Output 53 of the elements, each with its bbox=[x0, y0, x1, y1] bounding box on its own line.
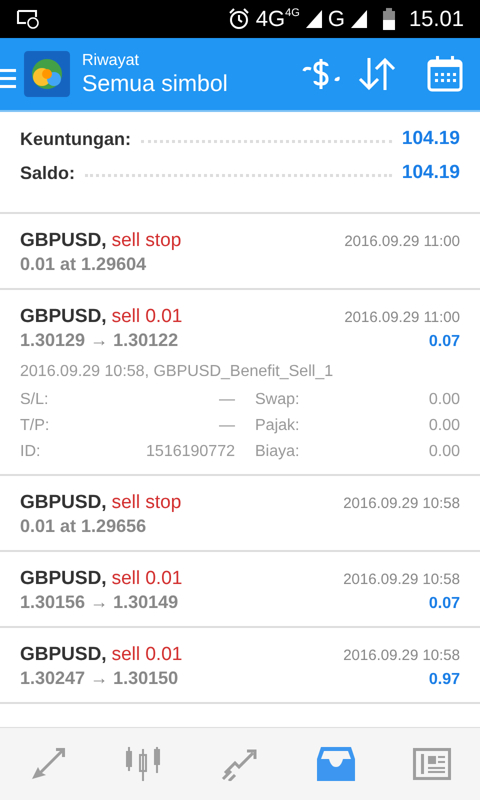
price-text: 0.01 at 1.29604 bbox=[20, 254, 146, 275]
network-text: 4G bbox=[285, 8, 300, 19]
summary-label: Keuntungan: bbox=[20, 128, 131, 150]
time-text: 2016.09.29 11:00 bbox=[344, 233, 460, 250]
summary-value: 104.19 bbox=[402, 128, 460, 150]
network-text: G bbox=[328, 8, 345, 30]
price-text: 1.30156 → 1.30149 bbox=[20, 592, 178, 613]
signal-icon bbox=[306, 10, 322, 28]
field-value: 1516190772 bbox=[145, 443, 235, 461]
field-value: 0.00 bbox=[428, 443, 460, 461]
field-label: T/P: bbox=[20, 417, 50, 435]
battery-icon bbox=[382, 8, 395, 30]
menu-icon[interactable] bbox=[0, 69, 16, 89]
field-label: ID: bbox=[20, 443, 42, 461]
field-label: Pajak: bbox=[255, 417, 300, 435]
profit-text: 0.97 bbox=[428, 671, 460, 689]
price-text: 1.30247 → 1.30150 bbox=[20, 668, 178, 689]
time-text: 2016.09.29 10:58 bbox=[343, 647, 460, 664]
field-label: Biaya: bbox=[255, 443, 300, 461]
summary-value: 104.19 bbox=[402, 162, 460, 184]
symbol-text: GBPUSD, bbox=[20, 568, 107, 589]
symbol-text: GBPUSD, bbox=[20, 306, 107, 327]
symbol-text: GBPUSD, bbox=[20, 230, 107, 251]
symbol-text: GBPUSD, bbox=[20, 492, 107, 513]
signal-icon bbox=[350, 10, 367, 28]
profit-text: 0.07 bbox=[428, 333, 460, 351]
time-text: 2016.09.29 10:58 bbox=[343, 571, 460, 588]
profit-text: 0.07 bbox=[428, 595, 460, 613]
trade-type-text: sell 0.01 bbox=[112, 568, 182, 589]
field-label: S/L: bbox=[20, 391, 50, 409]
trade-type-text: sell stop bbox=[112, 230, 182, 251]
field-value: 0.00 bbox=[428, 417, 460, 435]
time-text: 2016.09.29 10:58 bbox=[343, 495, 460, 512]
summary-label: Saldo: bbox=[20, 162, 76, 184]
open-info-text: 2016.09.29 10:58, GBPUSD_Benefit_Sell_1 bbox=[20, 363, 334, 381]
symbol-filter[interactable]: Semua simbol bbox=[82, 70, 296, 96]
trade-type-text: sell stop bbox=[112, 492, 182, 513]
app-logo-icon bbox=[24, 51, 70, 97]
screen-title: Riwayat bbox=[82, 52, 140, 70]
field-label: Swap: bbox=[255, 391, 300, 409]
alarm-icon bbox=[228, 8, 250, 30]
cast-icon bbox=[16, 9, 40, 29]
price-text: 0.01 at 1.29656 bbox=[20, 516, 146, 537]
network-text: 4G bbox=[256, 8, 286, 30]
trade-type-text: sell 0.01 bbox=[112, 644, 182, 665]
field-value: — bbox=[218, 417, 235, 435]
time-text: 2016.09.29 11:00 bbox=[344, 309, 460, 326]
field-value: — bbox=[218, 391, 235, 409]
field-value: 0.00 bbox=[428, 391, 460, 409]
trade-type-text: sell 0.01 bbox=[112, 306, 182, 327]
symbol-text: GBPUSD, bbox=[20, 644, 107, 665]
clock-text: 15.01 bbox=[408, 8, 464, 30]
price-text: 1.30129 → 1.30122 bbox=[20, 330, 178, 351]
